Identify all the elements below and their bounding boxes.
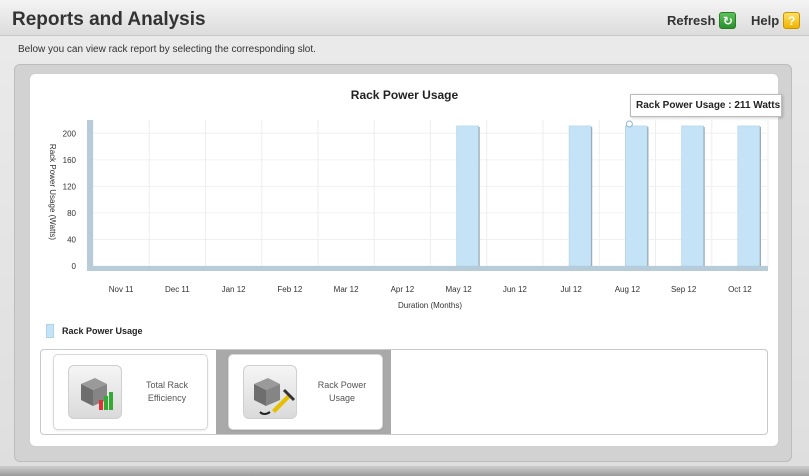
slot-total-rack-efficiency[interactable]: Total Rack Efficiency: [41, 350, 216, 434]
bar: [681, 125, 704, 267]
report-slot-strip: Total Rack Efficiency Rack Power Usage: [40, 349, 768, 435]
legend-swatch: [46, 324, 54, 338]
y-tick-label: 160: [63, 156, 77, 165]
y-tick-label: 0: [72, 262, 77, 271]
x-tick-label: Jan 12: [222, 285, 247, 294]
legend-label: Rack Power Usage: [62, 326, 143, 336]
bar: [625, 125, 648, 267]
y-axis-label: Rack Power Usage (Watts): [48, 144, 57, 241]
x-tick-label: Jul 12: [560, 285, 582, 294]
x-tick-label: Apr 12: [391, 285, 415, 294]
y-tick-label: 40: [67, 235, 76, 244]
slot-card-rack-power-usage[interactable]: Rack Power Usage: [228, 354, 383, 430]
chart-tooltip: Rack Power Usage : 211 Watts: [630, 94, 782, 117]
x-tick-label: Mar 12: [334, 285, 359, 294]
x-tick-label: Aug 12: [615, 285, 641, 294]
chart-legend[interactable]: Rack Power Usage: [46, 324, 143, 338]
x-axis-label: Duration (Months): [398, 301, 462, 310]
y-tick-label: 120: [63, 182, 77, 191]
x-tick-label: Nov 11: [109, 285, 134, 294]
x-tick-label: Oct 12: [728, 285, 752, 294]
bar: [568, 125, 592, 267]
efficiency-chart-icon: [68, 365, 122, 419]
y-tick-label: 80: [67, 209, 76, 218]
power-plug-icon: [243, 365, 297, 419]
x-tick-label: Sep 12: [671, 285, 697, 294]
y-tick-label: 200: [63, 129, 77, 138]
page: Reports and Analysis Refresh ↻ Help ? Be…: [0, 0, 809, 476]
x-tick-label: Feb 12: [277, 285, 302, 294]
slot-card-total-rack-efficiency[interactable]: Total Rack Efficiency: [53, 354, 208, 430]
slot-rack-power-usage[interactable]: Rack Power Usage: [216, 350, 391, 434]
tooltip-marker: [625, 120, 633, 128]
x-tick-label: May 12: [446, 285, 473, 294]
x-tick-label: Jun 12: [503, 285, 528, 294]
y-axis-bar: [87, 120, 93, 271]
x-tick-label: Dec 11: [165, 285, 190, 294]
slot-label-rack-power-usage: Rack Power Usage: [317, 380, 367, 403]
bar: [737, 125, 761, 267]
x-axis-bar: [87, 266, 768, 271]
slot-label-total-rack-efficiency: Total Rack Efficiency: [145, 380, 189, 403]
bottom-bar: [0, 466, 809, 476]
bar: [456, 125, 479, 267]
